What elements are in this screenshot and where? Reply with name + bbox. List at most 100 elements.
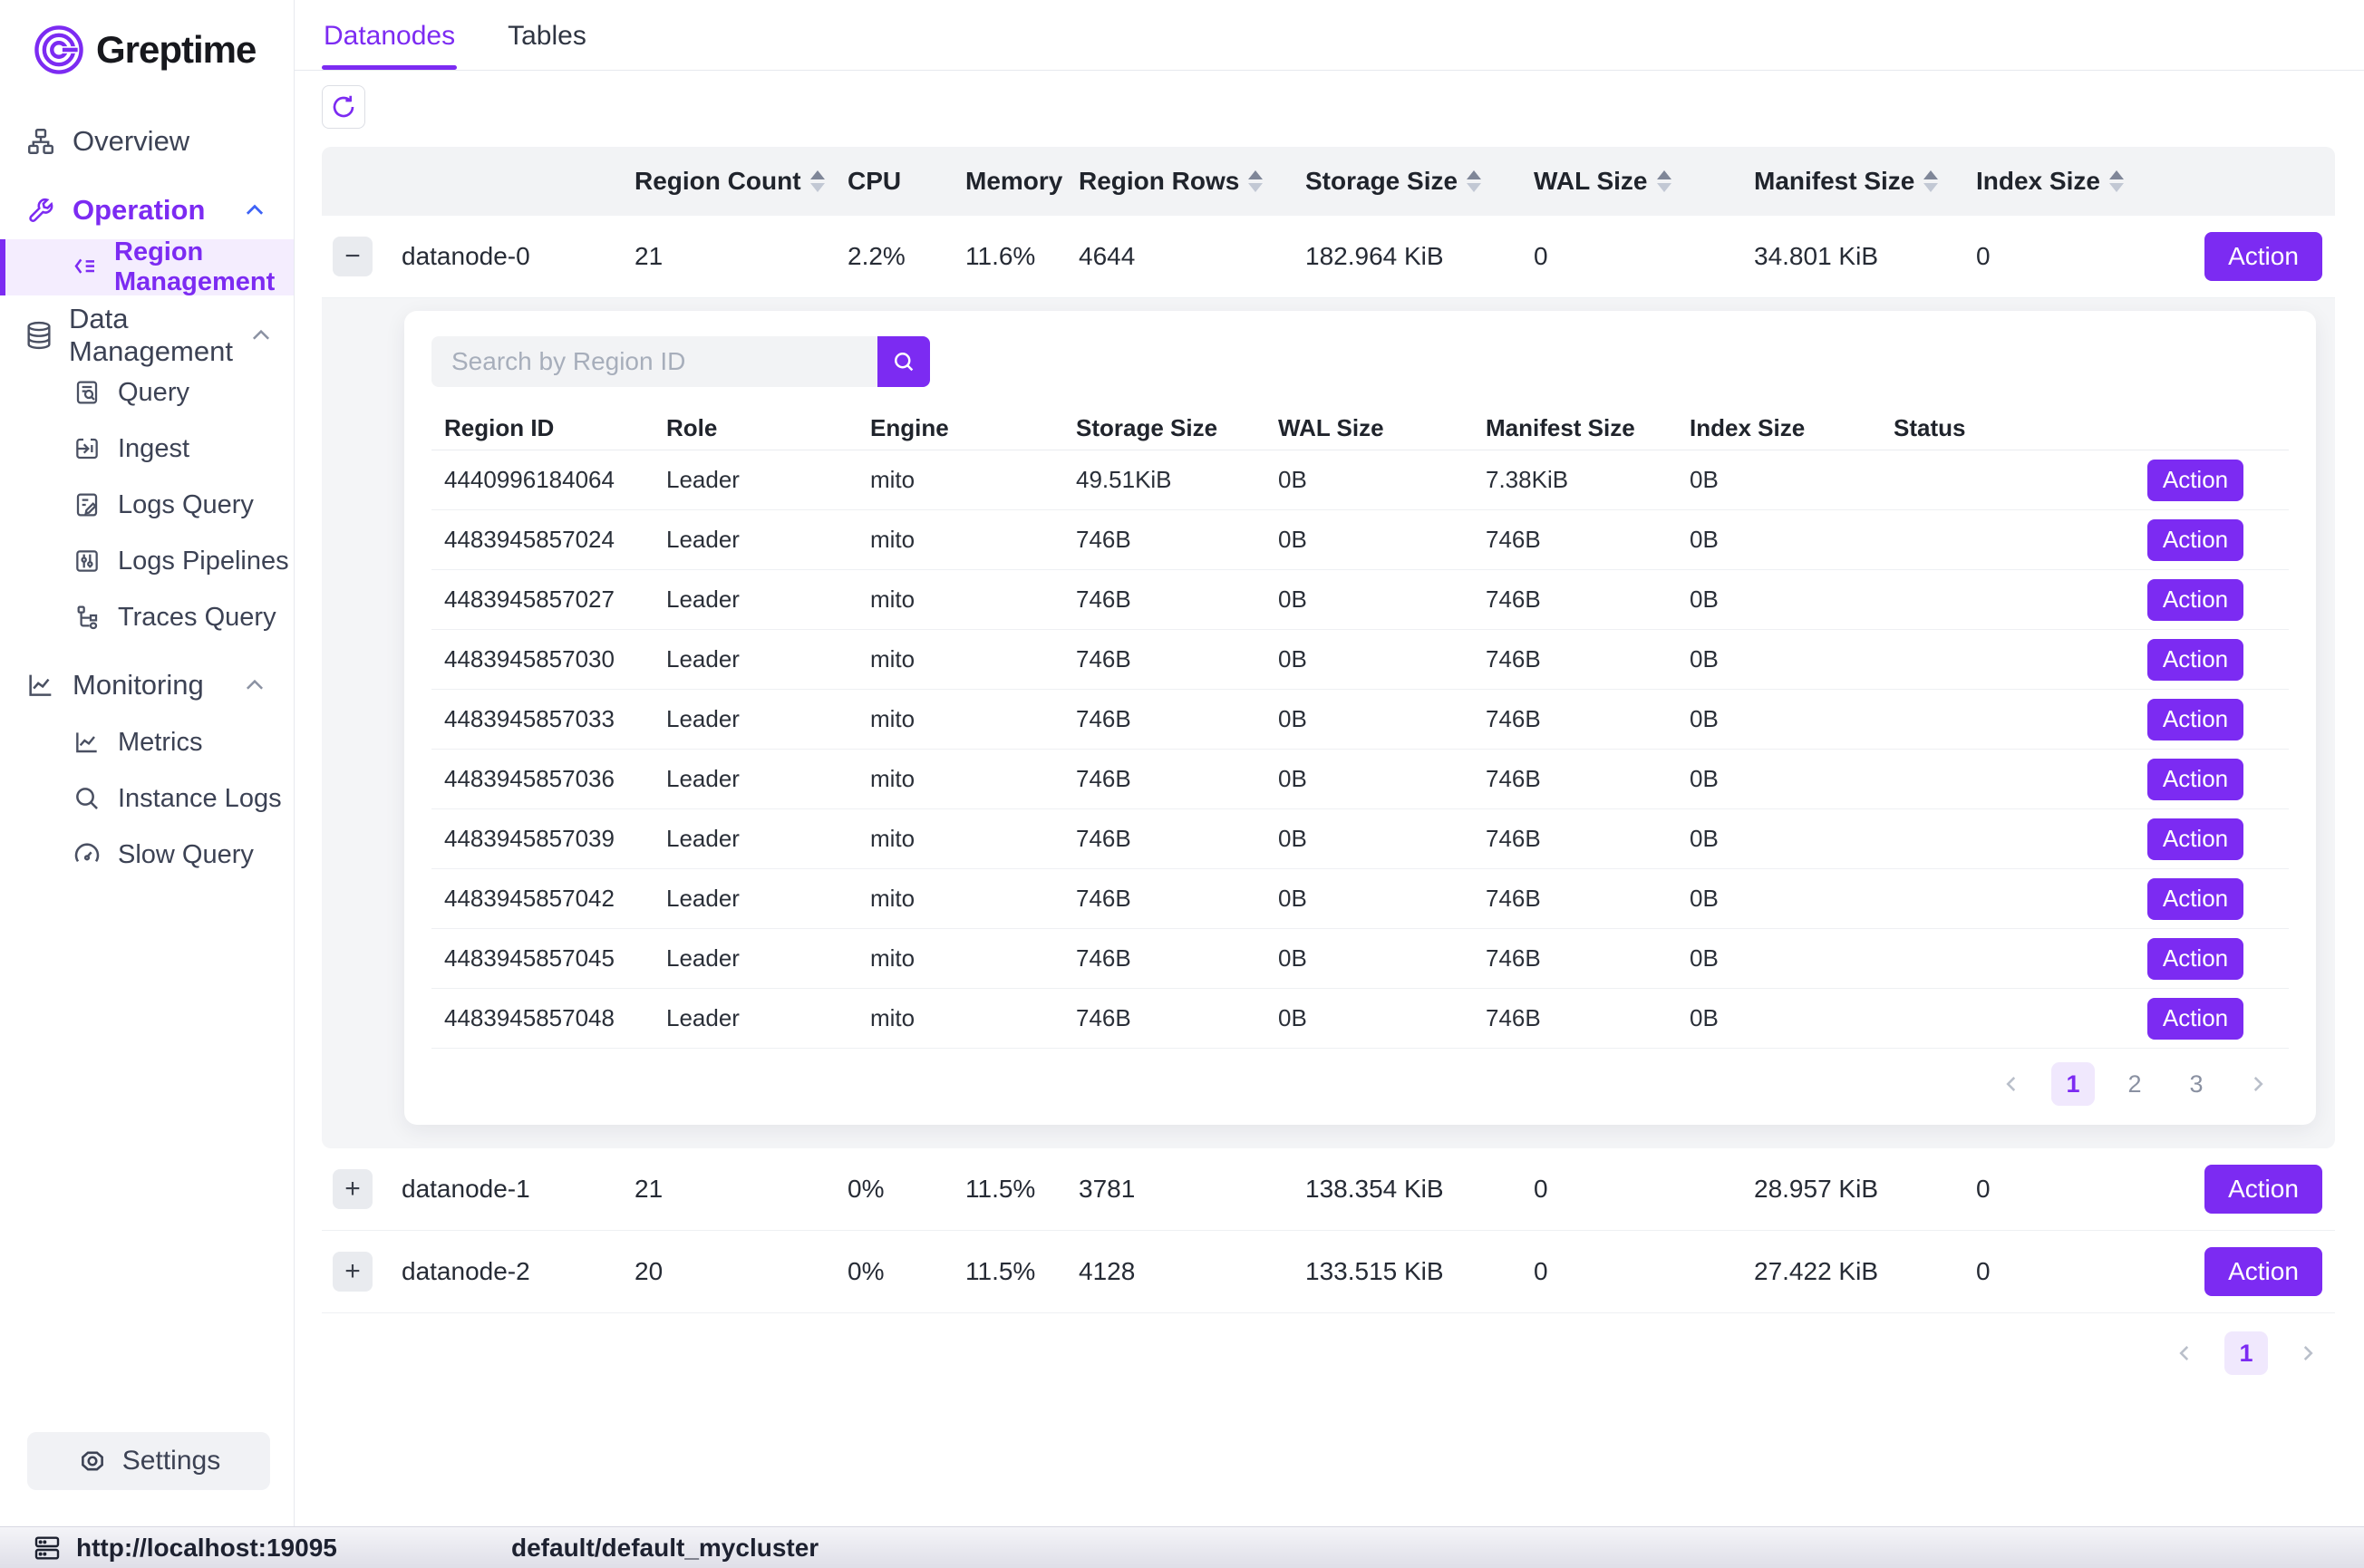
region-id-cell: 4483945857027 — [431, 586, 654, 614]
manifest-size-cell: 746B — [1473, 1004, 1677, 1032]
brand-name: Greptime — [96, 28, 256, 72]
sidebar-item-label: Query — [118, 378, 189, 408]
page-2[interactable]: 2 — [2113, 1062, 2156, 1106]
page-1[interactable]: 1 — [2224, 1331, 2268, 1375]
col-wal-size[interactable]: WAL Size — [1534, 167, 1754, 196]
datanode-action-button[interactable]: Action — [2204, 1247, 2322, 1296]
col-manifest-size[interactable]: Manifest Size — [1754, 167, 1976, 196]
sidebar-item-logs-pipelines[interactable]: Logs Pipelines — [0, 533, 294, 589]
engine-cell: mito — [857, 705, 1063, 733]
sidebar-item-traces-query[interactable]: Traces Query — [0, 589, 294, 645]
search-input[interactable] — [431, 336, 877, 387]
tab-tables[interactable]: Tables — [508, 21, 586, 70]
region-action-button[interactable]: Action — [2147, 579, 2243, 621]
sidebar-item-query[interactable]: Query — [0, 364, 294, 421]
region-action-button[interactable]: Action — [2147, 639, 2243, 681]
sliders-icon — [71, 547, 103, 576]
index-size-cell: 0 — [1976, 1175, 2185, 1204]
expand-row-button[interactable]: + — [333, 1252, 373, 1292]
refresh-icon — [329, 92, 358, 121]
sidebar-item-label: Region Management — [114, 237, 294, 297]
manifest-size-cell: 746B — [1473, 705, 1677, 733]
region-id-cell: 4440996184064 — [431, 466, 654, 494]
manifest-size-cell: 7.38KiB — [1473, 466, 1677, 494]
expand-row-button[interactable]: + — [333, 1169, 373, 1209]
search-icon — [890, 348, 917, 375]
region-action-button[interactable]: Action — [2147, 998, 2243, 1040]
region-list-icon — [71, 253, 100, 282]
settings-label: Settings — [122, 1446, 220, 1476]
sidebar-group-operation[interactable]: Operation — [0, 181, 294, 239]
region-action-button[interactable]: Action — [2147, 759, 2243, 800]
engine-cell: mito — [857, 885, 1063, 913]
storage-size-cell: 746B — [1063, 645, 1265, 673]
sidebar-group-data-management[interactable]: Data Management — [0, 306, 294, 364]
role-cell: Leader — [654, 705, 857, 733]
region-table-row: 4483945857048 Leader mito 746B 0B 746B 0… — [431, 989, 2289, 1049]
sidebar-item-overview[interactable]: Overview — [0, 112, 294, 170]
datanodes-table-header: Region Count CPU Memory Region Rows Stor… — [322, 147, 2335, 216]
collapse-row-button[interactable]: − — [333, 237, 373, 276]
index-size-cell: 0B — [1677, 765, 1881, 793]
region-action-button[interactable]: Action — [2147, 519, 2243, 561]
search-button[interactable] — [877, 336, 930, 387]
chevron-up-icon[interactable] — [241, 197, 268, 224]
sidebar-item-logs-query[interactable]: Logs Query — [0, 477, 294, 533]
region-action-button[interactable]: Action — [2147, 878, 2243, 920]
table-row-datanode-0: − datanode-0 21 2.2% 11.6% 4644 182.964 … — [322, 216, 2335, 298]
role-cell: Leader — [654, 825, 857, 853]
prev-page-icon[interactable] — [2163, 1331, 2206, 1375]
next-page-icon[interactable] — [2236, 1062, 2280, 1106]
role-cell: Leader — [654, 1004, 857, 1032]
chevron-up-icon[interactable] — [241, 672, 268, 699]
storage-size-cell: 182.964 KiB — [1305, 242, 1534, 271]
region-action-button[interactable]: Action — [2147, 460, 2243, 501]
sort-icon[interactable] — [810, 170, 825, 192]
region-search — [431, 336, 2289, 387]
doc-search-icon — [71, 378, 103, 407]
sidebar-item-label: Operation — [73, 194, 205, 227]
doc-edit-icon — [71, 490, 103, 519]
storage-size-cell: 746B — [1063, 765, 1265, 793]
col-region-count[interactable]: Region Count — [635, 167, 848, 196]
wal-size-cell: 0B — [1265, 586, 1473, 614]
sort-icon[interactable] — [2109, 170, 2124, 192]
sort-icon[interactable] — [1467, 170, 1481, 192]
region-action-button[interactable]: Action — [2147, 699, 2243, 740]
col-region-rows[interactable]: Region Rows — [1079, 167, 1305, 196]
main-content: Datanodes Tables Region Count CPU Memory… — [295, 0, 2364, 1526]
datanode-action-button[interactable]: Action — [2204, 1165, 2322, 1214]
sort-icon[interactable] — [1923, 170, 1938, 192]
tab-datanodes[interactable]: Datanodes — [324, 21, 455, 70]
region-count-cell: 21 — [635, 242, 848, 271]
server-url[interactable]: http://localhost:19095 — [0, 1534, 479, 1563]
sidebar-item-slow-query[interactable]: Slow Query — [0, 827, 294, 883]
page-3[interactable]: 3 — [2175, 1062, 2218, 1106]
sidebar-item-region-management[interactable]: Region Management — [0, 239, 294, 295]
sidebar-group-monitoring[interactable]: Monitoring — [0, 656, 294, 714]
sort-icon[interactable] — [1248, 170, 1263, 192]
status-bar: http://localhost:19095 default/default_m… — [0, 1526, 2364, 1568]
settings-button[interactable]: Settings — [27, 1432, 270, 1490]
sort-icon[interactable] — [1657, 170, 1671, 192]
region-table-row: 4483945857036 Leader mito 746B 0B 746B 0… — [431, 750, 2289, 809]
region-action-button[interactable]: Action — [2147, 818, 2243, 860]
tree-icon — [71, 603, 103, 632]
sidebar-item-metrics[interactable]: Metrics — [0, 714, 294, 770]
wal-size-cell: 0B — [1265, 944, 1473, 973]
region-action-button[interactable]: Action — [2147, 938, 2243, 980]
sidebar-item-instance-logs[interactable]: Instance Logs — [0, 770, 294, 827]
col-index-size: Index Size — [1677, 414, 1881, 442]
next-page-icon[interactable] — [2286, 1331, 2330, 1375]
col-storage-size[interactable]: Storage Size — [1305, 167, 1534, 196]
page-1[interactable]: 1 — [2051, 1062, 2095, 1106]
refresh-button[interactable] — [322, 85, 365, 129]
index-size-cell: 0B — [1677, 705, 1881, 733]
prev-page-icon[interactable] — [1990, 1062, 2033, 1106]
regions-table-header: Region ID Role Engine Storage Size WAL S… — [431, 407, 2289, 450]
sidebar-item-ingest[interactable]: Ingest — [0, 421, 294, 477]
cluster-name[interactable]: default/default_mycluster — [511, 1534, 819, 1563]
col-index-size[interactable]: Index Size — [1976, 167, 2185, 196]
chevron-up-icon[interactable] — [247, 322, 275, 349]
datanode-action-button[interactable]: Action — [2204, 232, 2322, 281]
